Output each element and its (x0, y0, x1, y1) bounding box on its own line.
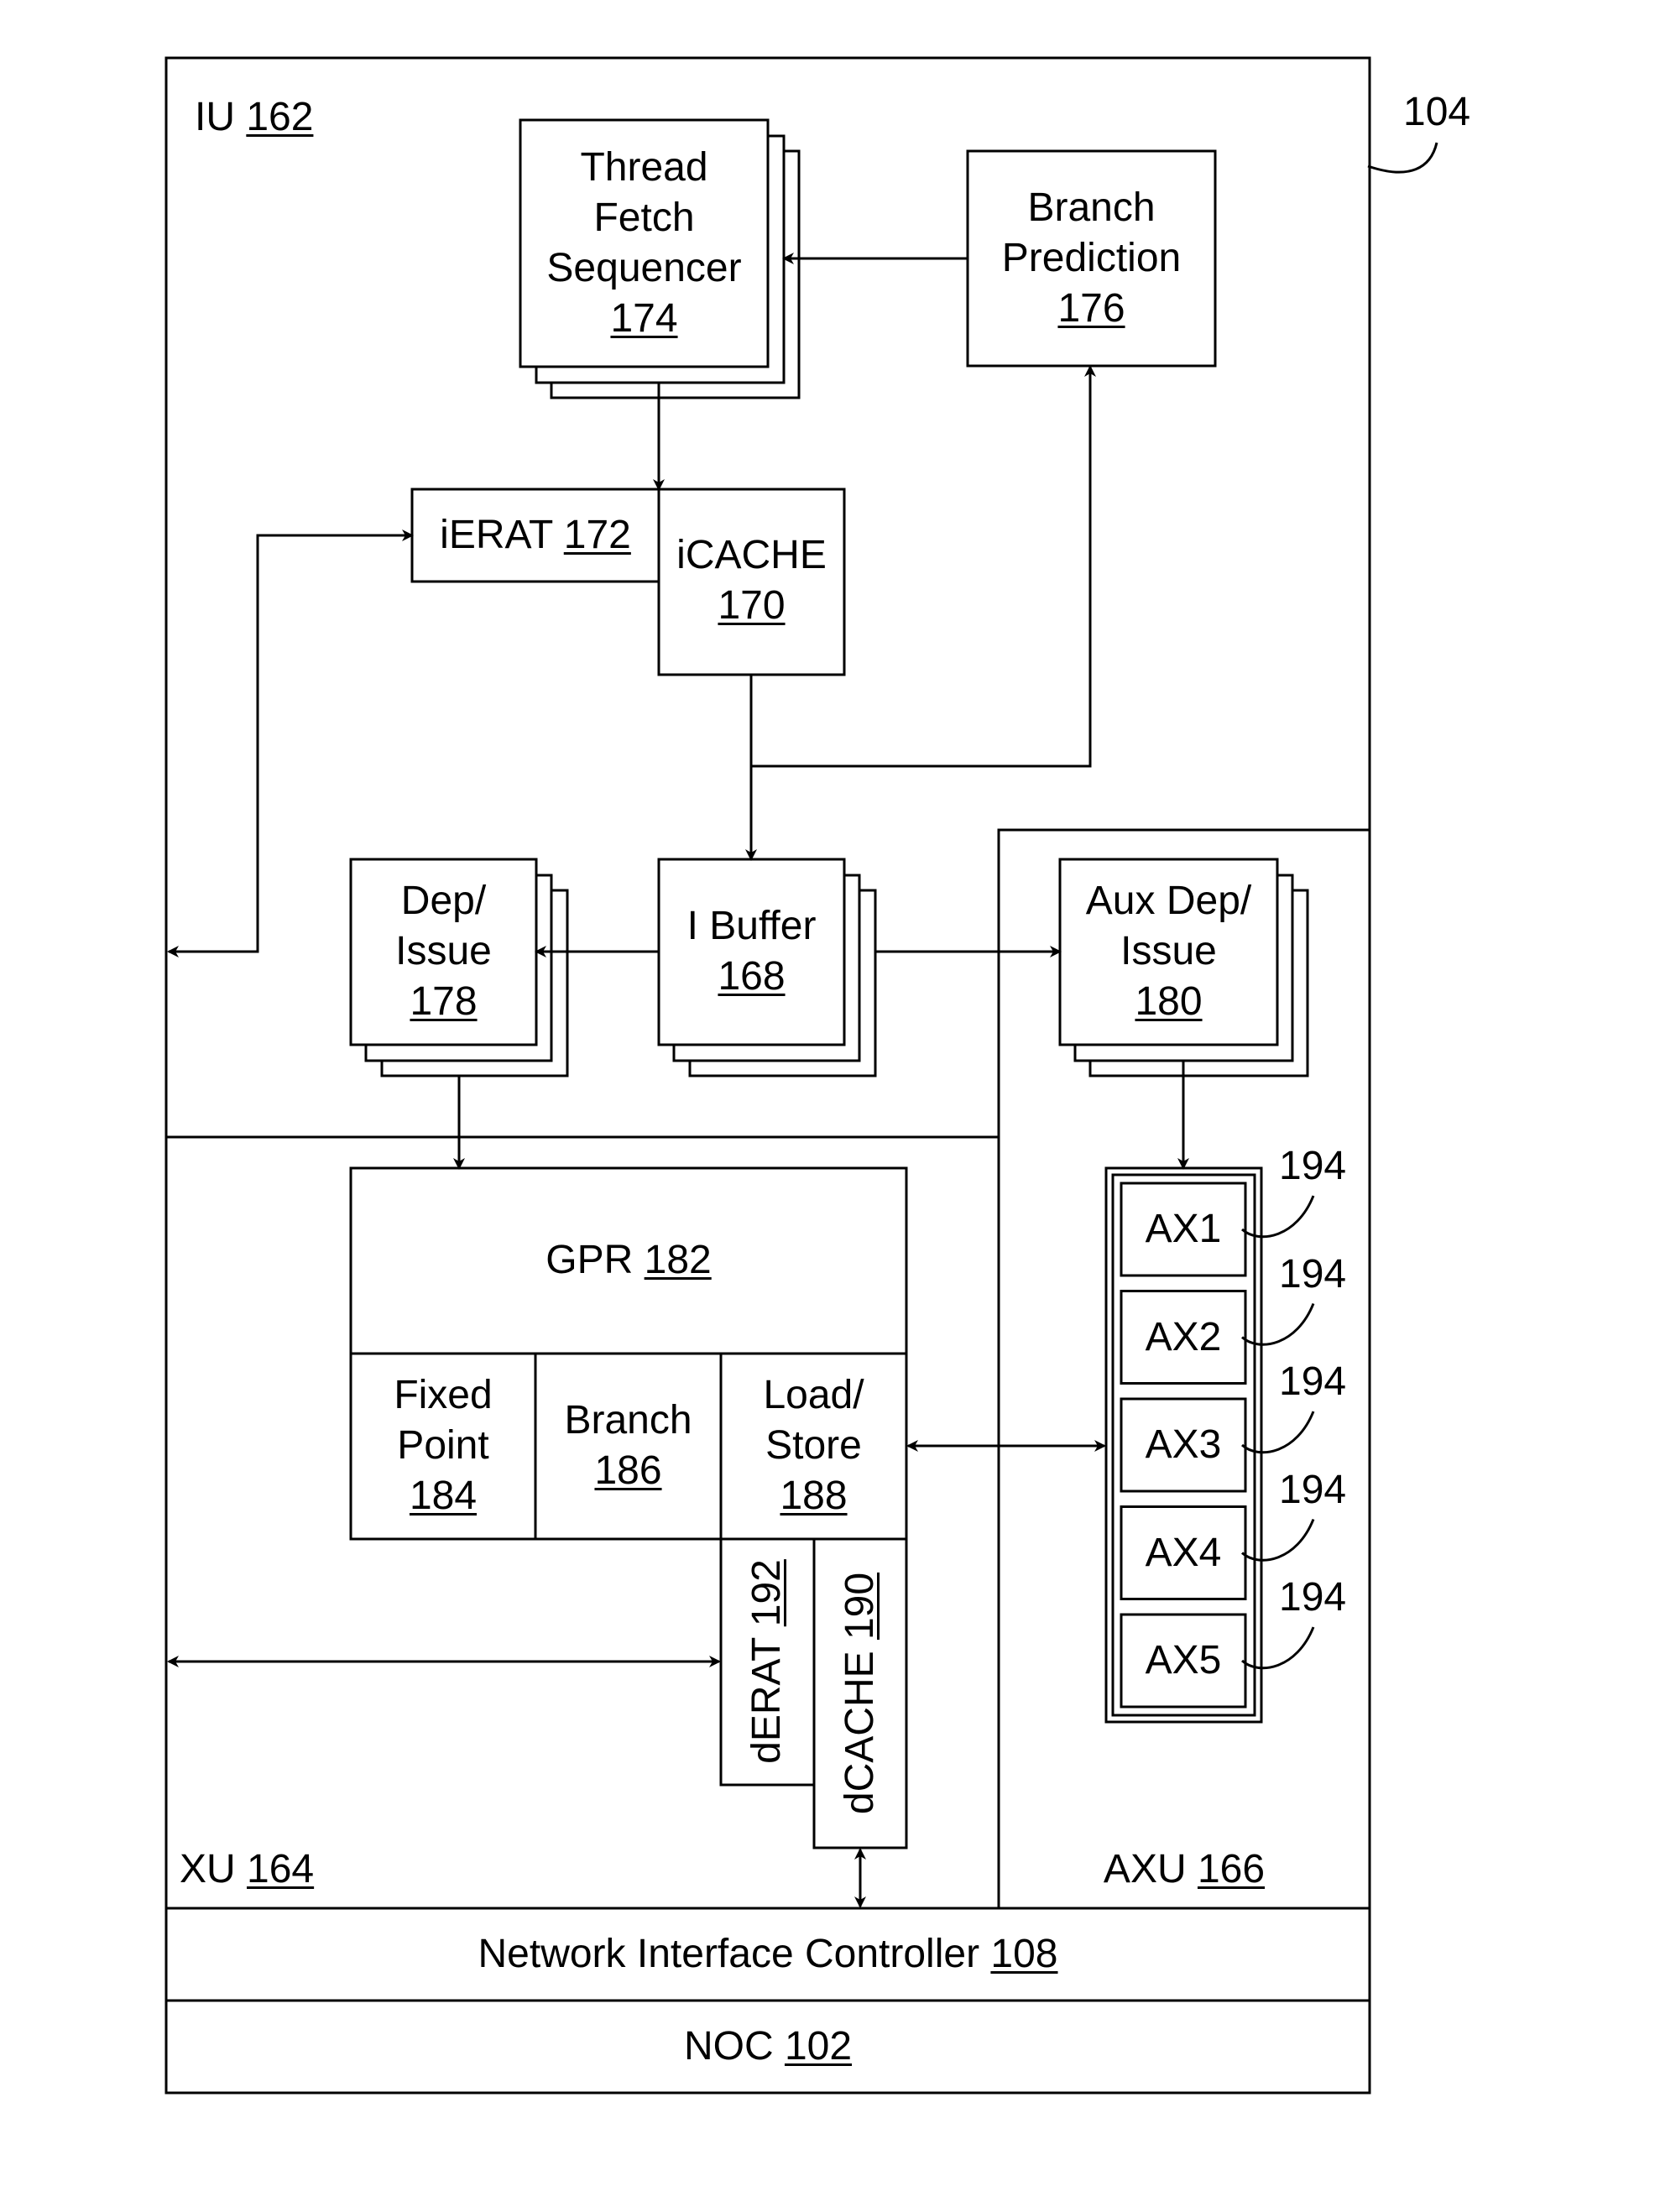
dcache-label: dCACHE 190 (838, 1572, 882, 1815)
ax-ref-leader (1240, 1518, 1315, 1562)
ax-unit-label: AX3 (1145, 1422, 1222, 1467)
ax-ref-number: 194 (1279, 1575, 1347, 1620)
ax-unit-label: AX5 (1145, 1638, 1222, 1682)
iu-label: IU 162 (195, 95, 314, 139)
bp-label: Branch Prediction 176 (1001, 185, 1182, 331)
ax-ref-number: 194 (1279, 1467, 1347, 1512)
ierat-label: iERAT 172 (440, 513, 631, 557)
ax-unit-label: AX4 (1145, 1530, 1222, 1575)
ax-ref-number: 194 (1279, 1251, 1347, 1296)
noc-label: NOC 102 (683, 2024, 853, 2069)
fixed-label: Fixed Point 184 (394, 1373, 493, 1518)
nic-label: Network Interface Controller 108 (478, 1932, 1058, 1976)
ref-104: 104 (1403, 90, 1471, 134)
gpr-label: GPR 182 (546, 1238, 712, 1282)
xu-label: XU 164 (180, 1847, 315, 1891)
branch-label: Branch 186 (564, 1398, 692, 1493)
tfs-label: Thread Fetch Sequencer 174 (546, 145, 742, 341)
derat-label: dERAT 192 (744, 1559, 789, 1764)
ax-unit-label: AX1 (1145, 1207, 1222, 1251)
dep-label: Dep/Issue 178 (395, 879, 492, 1024)
ibuf-label: I Buffer 168 (686, 904, 817, 999)
ax-ref-leader (1240, 1626, 1315, 1670)
icache-label: iCACHE 170 (676, 533, 827, 628)
ax-ref-number: 194 (1279, 1144, 1347, 1188)
ax-ref-leader (1240, 1411, 1315, 1454)
auxdep-label: Aux Dep/Issue 180 (1085, 879, 1252, 1024)
axu-label: AXU 166 (1103, 1847, 1266, 1891)
ax-ref-leader (1240, 1302, 1315, 1346)
ax-ref-number: 194 (1279, 1359, 1347, 1404)
ax-ref-leader (1240, 1195, 1315, 1239)
ax-unit-label: AX2 (1145, 1314, 1222, 1359)
ref-104-leader (1367, 142, 1438, 174)
ls-label: Load/Store 188 (763, 1373, 864, 1518)
